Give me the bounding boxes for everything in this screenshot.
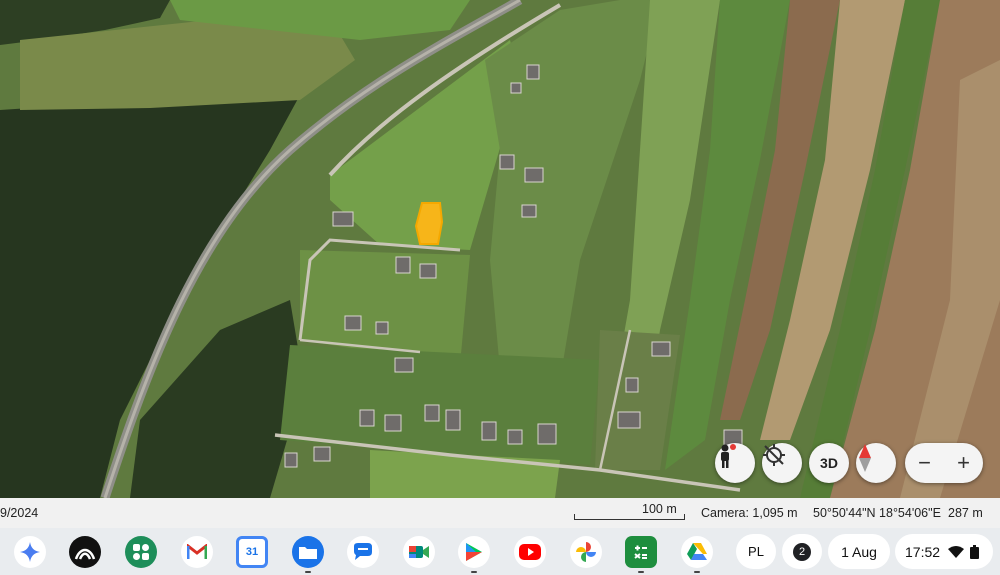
calendar-icon[interactable]: 31 bbox=[236, 536, 268, 568]
satellite-map[interactable]: 3D − + bbox=[0, 0, 1000, 498]
gmail-icon[interactable] bbox=[181, 536, 213, 568]
drive-running-indicator bbox=[694, 571, 700, 573]
apps-icon[interactable] bbox=[125, 536, 157, 568]
highlighted-parcel[interactable] bbox=[414, 202, 444, 245]
zoom-in-button[interactable]: + bbox=[946, 443, 982, 483]
elevation: 287 m bbox=[948, 506, 983, 520]
scale-bar bbox=[574, 514, 685, 520]
youtube-icon[interactable] bbox=[514, 536, 546, 568]
files-icon[interactable] bbox=[292, 536, 324, 568]
calculator-running-indicator bbox=[638, 571, 644, 573]
taskbar-shelf: 31 PL 2 1 Aug 17:52 bbox=[0, 528, 1000, 575]
pegman-button[interactable] bbox=[715, 443, 755, 483]
date-button[interactable]: 1 Aug bbox=[828, 534, 890, 569]
coordinates: 50°50'44"N 18°54'06"E bbox=[813, 506, 941, 520]
meet-icon[interactable] bbox=[403, 536, 435, 568]
notifications-button[interactable]: 2 bbox=[782, 534, 822, 569]
imagery-date: 9/2024 bbox=[0, 506, 39, 520]
clock: 17:52 bbox=[905, 543, 941, 560]
camera-altitude: Camera: 1,095 m bbox=[701, 506, 798, 520]
zoom-out-button[interactable]: − bbox=[907, 443, 943, 483]
compass-button[interactable] bbox=[856, 443, 896, 483]
play-store-running-indicator bbox=[471, 571, 477, 573]
google-earth-window: 3D − + 9/2024 100 m Camera: 1,095 m 50°5… bbox=[0, 0, 1000, 575]
drive-icon[interactable] bbox=[681, 536, 713, 568]
3d-toggle-button[interactable]: 3D bbox=[809, 443, 849, 483]
3d-label: 3D bbox=[820, 455, 838, 471]
gemini-icon[interactable] bbox=[14, 536, 46, 568]
status-bar: 9/2024 100 m Camera: 1,095 m 50°50'44"N … bbox=[0, 498, 1000, 528]
status-tray[interactable]: 17:52 bbox=[895, 534, 993, 569]
wifi-icon bbox=[948, 545, 965, 558]
notification-count-badge: 2 bbox=[793, 542, 811, 561]
files-running-indicator bbox=[305, 571, 311, 573]
messages-icon[interactable] bbox=[347, 536, 379, 568]
map-imagery[interactable] bbox=[0, 0, 1000, 498]
reset-orientation-button[interactable] bbox=[762, 443, 802, 483]
reset-orientation-icon bbox=[763, 444, 785, 466]
pegman-icon bbox=[721, 444, 736, 468]
battery-icon bbox=[970, 544, 980, 559]
compass-icon bbox=[859, 444, 871, 472]
language-indicator[interactable]: PL bbox=[736, 534, 776, 569]
play-store-icon[interactable] bbox=[458, 536, 490, 568]
zoom-control: − + bbox=[905, 443, 983, 483]
calculator-icon[interactable] bbox=[625, 536, 657, 568]
audible-icon[interactable] bbox=[69, 536, 101, 568]
photos-icon[interactable] bbox=[570, 536, 602, 568]
